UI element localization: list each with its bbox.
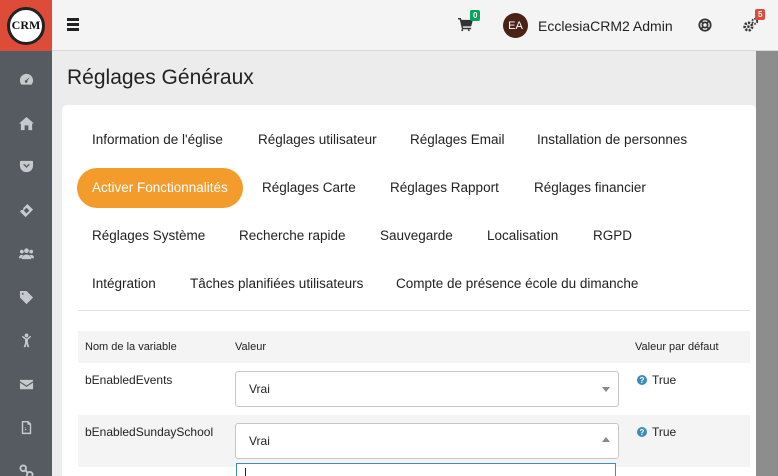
sidebar-item-groups[interactable]: [0, 232, 52, 276]
sidebar-item-pocket[interactable]: [0, 145, 52, 189]
table-row: bEnabledSundaySchool Vrai ? True: [78, 415, 750, 467]
notifications-count-badge: 5: [755, 9, 766, 20]
table-header: Nom de la variable Valeur Valeur par déf…: [78, 331, 750, 363]
cart-count-badge: 0: [470, 10, 481, 21]
tab-gdpr[interactable]: RGPD: [578, 216, 647, 256]
tab-scheduled-tasks[interactable]: Tâches planifiées utilisateurs: [175, 264, 378, 304]
tab-localization[interactable]: Localisation: [472, 216, 573, 256]
text-cursor: [245, 468, 246, 476]
crm-logo[interactable]: CRM: [0, 0, 52, 51]
sidebar-item-dashboard[interactable]: [0, 58, 52, 102]
tab-enable-features[interactable]: Activer Fonctionnalités: [77, 168, 243, 208]
crm-logo-badge: CRM: [7, 6, 45, 45]
default-value-text: True: [652, 425, 677, 439]
column-header-value: Valeur: [235, 341, 266, 353]
variable-name: bEnabledEvents: [85, 373, 173, 387]
hamburger-menu-icon[interactable]: [67, 18, 79, 31]
background-overlay-edge: [756, 51, 778, 476]
tag-icon: [19, 290, 33, 304]
help-question-icon[interactable]: ?: [637, 427, 647, 437]
column-header-name: Nom de la variable: [85, 341, 177, 353]
sidebar-item-pdf[interactable]: [0, 406, 52, 450]
tab-user-settings[interactable]: Réglages utilisateur: [243, 120, 392, 160]
divider: [78, 310, 750, 311]
value-select[interactable]: Vrai: [235, 423, 619, 459]
sidebar: CRM: [0, 0, 52, 476]
default-value-text: True: [652, 373, 677, 387]
life-ring-icon[interactable]: [698, 18, 712, 32]
default-value: ? True: [637, 373, 676, 387]
variable-name: bEnabledSundaySchool: [85, 425, 214, 439]
settings-table: Nom de la variable Valeur Valeur par déf…: [78, 331, 750, 467]
sidebar-item-child[interactable]: [0, 319, 52, 363]
tab-report-settings[interactable]: Réglages Rapport: [375, 168, 514, 208]
page-title: Réglages Généraux: [67, 66, 254, 89]
chevron-down-icon: [602, 387, 610, 392]
select-value: Vrai: [249, 434, 270, 448]
select-search-input[interactable]: [236, 463, 616, 476]
pdf-file-icon: [21, 421, 31, 435]
tab-map-settings[interactable]: Réglages Carte: [247, 168, 371, 208]
tab-church-info[interactable]: Information de l'église: [77, 120, 238, 160]
tab-email-settings[interactable]: Réglages Email: [395, 120, 520, 160]
user-name[interactable]: EcclesiaCRM2 Admin: [538, 18, 673, 34]
users-icon: [18, 248, 34, 260]
avatar[interactable]: EA: [503, 13, 528, 38]
value-select[interactable]: Vrai: [235, 371, 619, 407]
column-header-default: Valeur par défaut: [635, 341, 719, 353]
sidebar-item-tags[interactable]: [0, 276, 52, 320]
tab-integration[interactable]: Intégration: [77, 264, 171, 304]
sidebar-item-home[interactable]: [0, 102, 52, 146]
tab-system-settings[interactable]: Réglages Système: [77, 216, 220, 256]
tab-quick-search[interactable]: Recherche rapide: [224, 216, 361, 256]
tab-backup[interactable]: Sauvegarde: [365, 216, 468, 256]
home-icon: [18, 116, 34, 130]
tab-financial-settings[interactable]: Réglages financier: [519, 168, 661, 208]
pocket-icon: [19, 161, 33, 173]
sidebar-item-email[interactable]: [0, 363, 52, 407]
select-value: Vrai: [249, 382, 270, 396]
sidebar-item-tickets[interactable]: [0, 189, 52, 233]
tab-sunday-school-attendance[interactable]: Compte de présence école du dimanche: [381, 264, 653, 304]
ticket-icon: [19, 203, 33, 217]
top-navbar: 0 EA EcclesiaCRM2 Admin 5: [52, 0, 778, 51]
chevron-up-icon: [602, 437, 610, 442]
tab-people-setup[interactable]: Installation de personnes: [522, 120, 702, 160]
envelope-icon: [19, 379, 33, 389]
dashboard-icon: [19, 74, 33, 85]
link-icon: [18, 464, 34, 476]
sidebar-item-links[interactable]: [0, 450, 52, 476]
default-value: ? True: [637, 425, 676, 439]
child-icon: [21, 333, 31, 348]
help-question-icon[interactable]: ?: [637, 375, 647, 385]
table-row: bEnabledEvents Vrai ? True: [78, 363, 750, 415]
